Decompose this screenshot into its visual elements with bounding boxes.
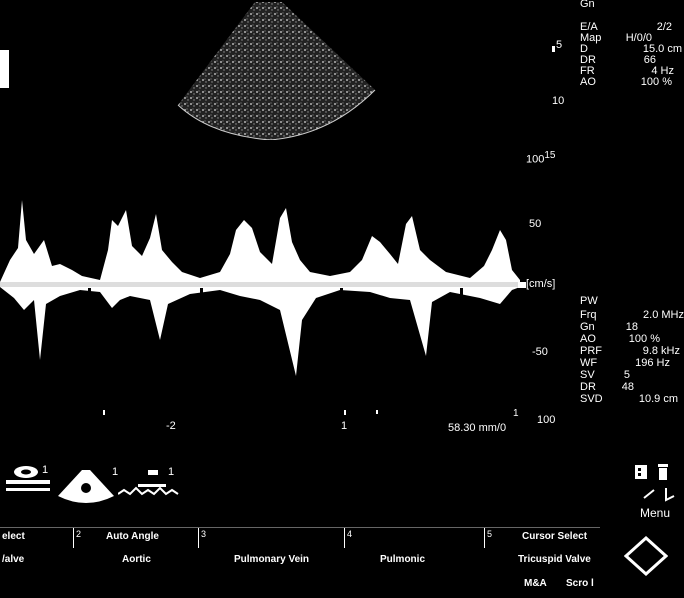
- pw-label-prf: PRF: [580, 345, 602, 357]
- param-label-gn: Gn: [580, 0, 595, 10]
- softkey-3-num: 3: [201, 529, 207, 539]
- pw-value-dr: 48: [621, 381, 634, 393]
- archive-icon[interactable]: [634, 464, 650, 482]
- trash-icon[interactable]: [656, 462, 670, 482]
- pw-label-gn: Gn: [580, 321, 595, 333]
- depth-mark-10: 10: [552, 95, 565, 107]
- pw-label-ao: AO: [580, 333, 596, 345]
- softkey-auto-angle[interactable]: Auto Angle: [106, 531, 159, 542]
- softkey-5-num: 5: [487, 529, 493, 539]
- scale-label-100: 100: [537, 414, 556, 426]
- scale-top-sup: 15: [544, 150, 556, 161]
- top-parameters-panel: 5 10 Gn E/A Map D DR FR AO 2/2 H/0/0 15.…: [552, 0, 684, 125]
- thumb-mark-1: 1: [42, 464, 49, 476]
- softkey-4-num: 4: [347, 529, 353, 539]
- softkey-tricuspid-valve[interactable]: Tricuspid Valve: [518, 554, 591, 565]
- doppler-spectrum: [0, 200, 520, 376]
- time-marker-neg2: -2: [166, 420, 176, 432]
- pw-label-wf: WF: [580, 357, 598, 369]
- time-tick-1: [103, 410, 105, 415]
- param-value-ao: 100 %: [640, 76, 672, 88]
- time-tick-3: [376, 410, 378, 414]
- sweep-speed: 58.30 mm/0: [448, 422, 507, 434]
- pen-icon[interactable]: [642, 486, 678, 502]
- softkey-m-and-a[interactable]: M&A: [524, 578, 547, 589]
- depth-mark-5: 5: [556, 39, 563, 51]
- softkey-2-num: 2: [76, 529, 82, 539]
- bmode-sector-image: [177, 2, 376, 140]
- pw-label-sv: SV: [580, 369, 595, 381]
- menu-button[interactable]: Menu: [640, 506, 670, 520]
- pw-value-sv: 5: [623, 369, 630, 381]
- softkey-divider-1: [73, 528, 74, 548]
- softkey-aortic[interactable]: Aortic: [122, 554, 151, 565]
- softkey-separator-top: [0, 527, 600, 528]
- depth-tick: [552, 46, 555, 52]
- softkey-scroll[interactable]: Scro l: [566, 578, 594, 589]
- pw-label-frq: Frq: [580, 309, 597, 321]
- param-value-ea: 2/2: [656, 21, 672, 33]
- softkey-divider-3: [344, 528, 345, 548]
- softkey-divider-2: [198, 528, 199, 548]
- time-marker-1: 1: [341, 420, 348, 432]
- softkey-pulmonary-vein[interactable]: Pulmonary Vein: [234, 554, 309, 565]
- param-label-ao: AO: [580, 76, 596, 88]
- softkey-pulmonic[interactable]: Pulmonic: [380, 554, 425, 565]
- pw-value-svd: 10.9 cm: [638, 393, 678, 405]
- pw-label-dr: DR: [580, 381, 596, 393]
- pw-value-prf: 9.8 kHz: [642, 345, 680, 357]
- unit-label-cms: [cm/s]: [526, 278, 556, 290]
- softkey-valve[interactable]: /alve: [2, 554, 24, 565]
- scale-label-neg50: -50: [532, 346, 548, 358]
- pw-value-ao: 100 %: [628, 333, 660, 345]
- pw-value-frq: 2.0 MHz: [643, 309, 684, 321]
- sector-thumbnail: [58, 470, 114, 503]
- scale-label-50: 50: [529, 218, 542, 230]
- doppler-scale-top: 10015: [526, 150, 556, 166]
- pw-value-wf: 196 Hz: [635, 357, 670, 369]
- pw-title: PW: [580, 295, 598, 307]
- pw-value-gn: 18: [625, 321, 638, 333]
- sweep-speed-sup: 1: [513, 408, 519, 419]
- navigation-diamond-icon[interactable]: [624, 536, 668, 576]
- thumb-mark-3: 1: [168, 466, 175, 478]
- pw-parameters-panel: PW Frq Gn AO PRF WF SV DR SVD 2.0 MHz 18…: [580, 296, 684, 436]
- softkey-cursor-select[interactable]: Cursor Select: [522, 531, 587, 542]
- softkey-divider-4: [484, 528, 485, 548]
- softkey-select[interactable]: elect: [2, 531, 25, 542]
- pw-label-svd: SVD: [580, 393, 603, 405]
- baseline-marker: [518, 282, 526, 288]
- time-tick-2: [344, 410, 346, 415]
- left-edge-marker: [0, 50, 9, 88]
